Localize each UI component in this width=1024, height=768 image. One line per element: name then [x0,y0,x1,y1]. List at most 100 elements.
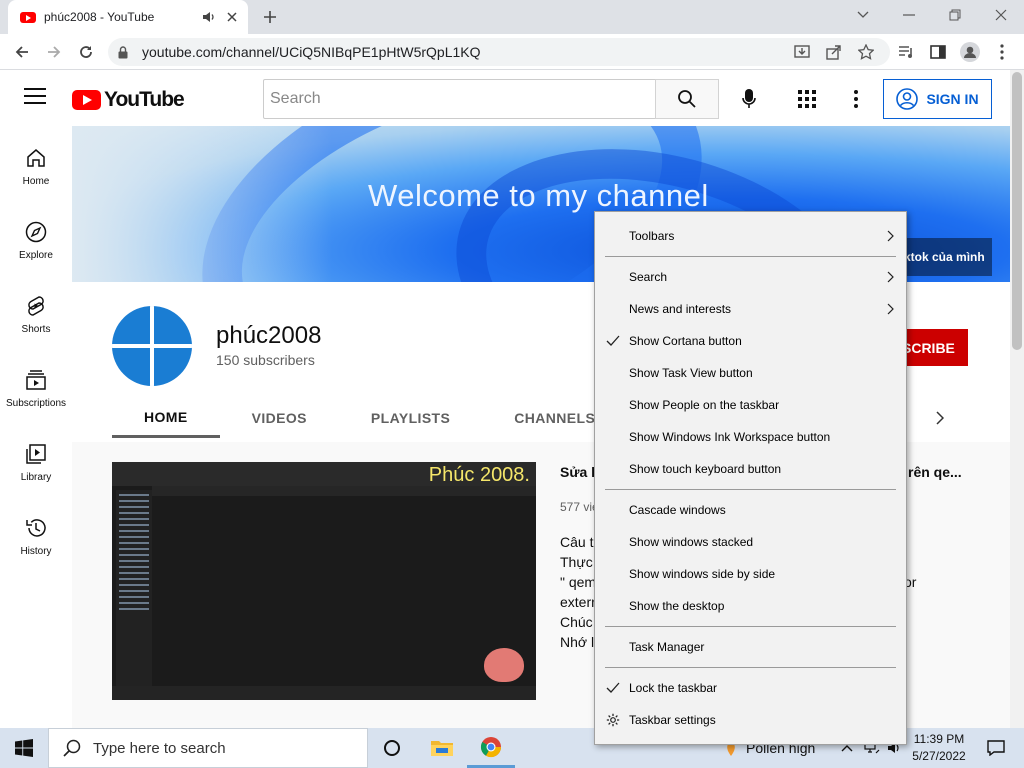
address-bar-url: youtube.com/channel/UCiQ5NIBqPE1pHtW5rQp… [142,44,481,60]
browser-tab-title: phúc2008 - YouTube [44,10,155,24]
windows-logo-icon [15,739,33,757]
guide-item-library[interactable]: Library [0,422,72,496]
menu-item-task-manager[interactable]: Task Manager [595,631,906,663]
tabs-next-button[interactable] [928,406,952,430]
cortana-button[interactable] [368,728,416,768]
subscribe-button[interactable]: SCRIBE [898,329,968,366]
history-icon [24,516,48,540]
menu-item-label: Show windows side by side [629,567,776,581]
back-button[interactable] [8,38,36,66]
menu-item-lock-taskbar[interactable]: Lock the taskbar [595,672,906,704]
address-bar[interactable]: youtube.com/channel/UCiQ5NIBqPE1pHtW5rQp… [108,38,890,66]
menu-item-label: Toolbars [629,229,675,243]
minimize-button[interactable] [886,0,932,30]
start-button[interactable] [0,728,48,768]
shorts-icon [24,294,48,318]
menu-item-label: Show windows stacked [629,535,754,549]
clock-time: 11:39 PM [913,732,965,746]
guide-item-history[interactable]: History [0,496,72,570]
menu-item-search[interactable]: Search [595,261,906,293]
guide-item-label: History [20,546,52,557]
menu-item-taskbar-settings[interactable]: Taskbar settings [595,704,906,736]
guide-item-shorts[interactable]: Shorts [0,274,72,348]
chevron-right-icon [884,301,896,317]
channel-tabs: HOME VIDEOS PLAYLISTS CHANNELS [112,398,627,438]
tab-search-icon[interactable] [840,0,886,30]
scrollbar-thumb[interactable] [1012,72,1022,350]
featured-video-description: Câu t [560,534,594,550]
restore-button[interactable] [932,0,978,30]
featured-video-description: Nhớ l [560,634,595,650]
reading-list-icon[interactable] [892,38,920,66]
guide-menu-icon[interactable] [24,88,46,108]
guide-item-home[interactable]: Home [0,126,72,200]
featured-video-title-end[interactable]: rên qe... [908,464,962,480]
search-button[interactable] [655,79,719,119]
menu-separator [605,626,896,627]
close-tab-icon[interactable] [224,9,240,25]
page-scrollbar[interactable] [1010,70,1024,728]
guide-item-label: Shorts [21,324,51,335]
menu-item-label: Show Cortana button [629,334,742,348]
share-icon[interactable] [820,38,848,66]
menu-item-label: Show touch keyboard button [629,462,782,476]
menu-separator [605,256,896,257]
system-clock[interactable]: 11:39 PM 5/27/2022 [906,731,972,765]
youtube-apps-button[interactable] [789,81,825,117]
browser-tab-youtube[interactable]: phúc2008 - YouTube [8,0,248,34]
forward-button[interactable] [40,38,68,66]
new-tab-button[interactable] [258,6,282,28]
action-center-button[interactable] [976,728,1016,768]
home-icon [24,146,48,170]
checkmark-icon [605,333,621,349]
reload-button[interactable] [72,38,100,66]
tab-videos[interactable]: VIDEOS [220,398,339,438]
speaker-icon[interactable] [202,10,216,24]
featured-video-thumbnail[interactable]: Phúc 2008. [112,462,536,700]
menu-item-cascade-windows[interactable]: Cascade windows [595,494,906,526]
taskbar-search-box[interactable]: Type here to search [48,728,368,768]
menu-item-show-task-view-button[interactable]: Show Task View button [595,357,906,389]
chevron-right-icon [884,269,896,285]
menu-item-show-desktop[interactable]: Show the desktop [595,590,906,622]
browser-toolbar: youtube.com/channel/UCiQ5NIBqPE1pHtW5rQp… [0,34,1024,70]
menu-item-show-touch-keyboard[interactable]: Show touch keyboard button [595,453,906,485]
sign-in-label: SIGN IN [926,91,979,107]
menu-item-toolbars[interactable]: Toolbars [595,220,906,252]
lock-icon[interactable] [118,45,132,59]
more-vertical-icon [854,90,858,108]
tab-playlists[interactable]: PLAYLISTS [339,398,482,438]
thumbnail-mascot [484,648,524,682]
menu-item-label: News and interests [629,302,732,316]
chrome-taskbar-button[interactable] [467,728,515,768]
sign-in-button[interactable]: SIGN IN [883,79,992,119]
voice-search-button[interactable] [731,81,767,117]
youtube-logo[interactable]: YouTube [72,88,185,112]
chevron-up-icon [841,745,853,752]
profile-icon[interactable] [956,38,984,66]
bookmark-star-icon[interactable] [852,38,880,66]
guide-item-label: Subscriptions [5,398,67,409]
taskbar-context-menu: Toolbars Search News and interests Show … [594,211,907,745]
browser-menu-icon[interactable] [988,38,1016,66]
side-panel-icon[interactable] [924,38,952,66]
chevron-right-icon [936,411,944,425]
settings-menu-button[interactable] [838,81,874,117]
menu-item-show-windows-stacked[interactable]: Show windows stacked [595,526,906,558]
taskbar-search-placeholder: Type here to search [93,739,226,757]
menu-item-show-people[interactable]: Show People on the taskbar [595,389,906,421]
menu-item-news-and-interests[interactable]: News and interests [595,293,906,325]
checkmark-icon [605,680,621,696]
close-window-button[interactable] [978,0,1024,30]
tab-home[interactable]: HOME [112,398,220,438]
menu-item-show-cortana-button[interactable]: Show Cortana button [595,325,906,357]
guide-item-explore[interactable]: Explore [0,200,72,274]
menu-item-label: Show Windows Ink Workspace button [629,430,831,444]
menu-item-show-windows-side-by-side[interactable]: Show windows side by side [595,558,906,590]
search-input[interactable]: Search [263,79,656,119]
install-app-icon[interactable] [788,38,816,66]
menu-item-label: Show Task View button [629,366,753,380]
menu-item-show-ink-workspace[interactable]: Show Windows Ink Workspace button [595,421,906,453]
file-explorer-button[interactable] [418,728,466,768]
guide-item-subscriptions[interactable]: Subscriptions [0,348,72,422]
